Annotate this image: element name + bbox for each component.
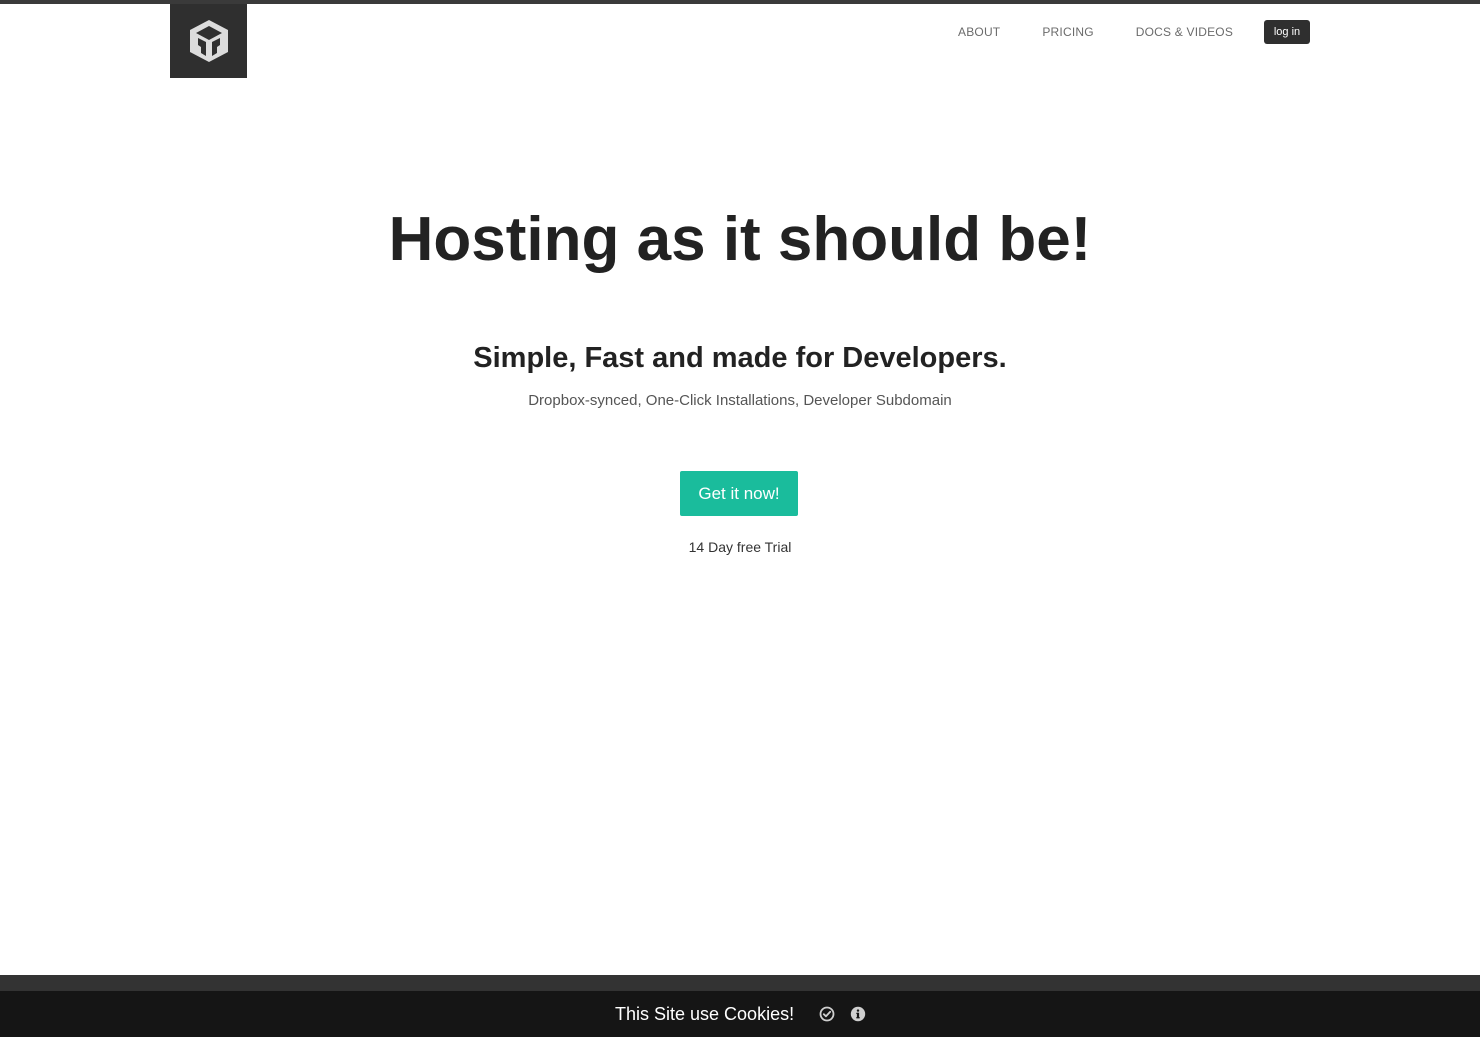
- cookie-text: This Site use Cookies!: [615, 1004, 795, 1024]
- login-button[interactable]: log in: [1264, 20, 1310, 44]
- hero-subtitle: Simple, Fast and made for Developers.: [473, 342, 1007, 374]
- landing-page: ABOUT PRICING DOCS & VIDEOS log in Hosti…: [0, 0, 1480, 1037]
- cube-logo-icon: [189, 20, 228, 62]
- nav-about[interactable]: ABOUT: [958, 25, 1000, 39]
- nav-docs-videos[interactable]: DOCS & VIDEOS: [1136, 25, 1233, 39]
- logo[interactable]: [170, 4, 247, 78]
- main-nav: ABOUT PRICING DOCS & VIDEOS: [958, 22, 1275, 42]
- info-circle-icon[interactable]: [850, 1006, 866, 1022]
- hero-title: Hosting as it should be!: [388, 205, 1092, 274]
- footer-band: [0, 975, 1480, 991]
- get-it-now-button[interactable]: Get it now!: [680, 471, 798, 516]
- hero-features: Dropbox-synced, One-Click Installations,…: [528, 392, 952, 409]
- trial-note: 14 Day free Trial: [688, 539, 792, 555]
- check-circle-icon[interactable]: [819, 1006, 835, 1022]
- nav-pricing[interactable]: PRICING: [1042, 25, 1093, 39]
- cookie-bar: This Site use Cookies!: [0, 991, 1480, 1037]
